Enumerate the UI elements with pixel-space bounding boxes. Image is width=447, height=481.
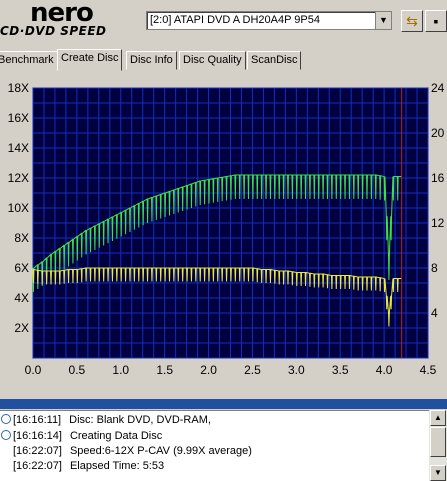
y-tick-label: 18X [8, 81, 29, 95]
x-tick-label: 3.5 [332, 363, 349, 377]
save-icon: ▪ [433, 13, 439, 29]
log-row: [16:16:14] Creating Data Disc [1, 429, 162, 443]
x-tick-label: 2.0 [200, 363, 217, 377]
progress-strip [0, 399, 447, 409]
x-tick-label: 2.5 [244, 363, 261, 377]
x-tick-label: 4.0 [376, 363, 393, 377]
speed-chart: 2X 4X 6X 8X 10X 12X 14X 16X 18X 4 8 12 16 20 24 0.0 0.5 1… [0, 72, 447, 398]
drive-select-value: [2:0] ATAPI DVD A DH20A4P 9P54 [150, 14, 320, 26]
log-row: [16:22:07] Elapsed Time: 5:53 [13, 460, 165, 472]
y-right-tick-label: 24 [431, 81, 445, 95]
x-tick-label: 4.5 [420, 363, 437, 377]
tab-benchmark[interactable]: Benchmark [0, 51, 58, 70]
tab-scandisc[interactable]: ScanDisc [247, 51, 302, 70]
chevron-down-icon[interactable]: ▼ [375, 12, 391, 29]
info-icon [1, 430, 11, 440]
y-right-tick-label: 16 [431, 171, 445, 185]
log-row: [16:16:11] Disc: Blank DVD, DVD-RAM, [1, 413, 211, 427]
log-row: [16:22:07] Speed:6-12X P-CAV (9.99X avera… [13, 445, 252, 457]
chart-svg: 2X 4X 6X 8X 10X 12X 14X 16X 18X 4 8 12 16 20 24 0.0 0.5 1… [8, 81, 445, 377]
log-scrollbar[interactable]: ▲ ▼ [429, 410, 447, 481]
swap-icon: ⇆ [406, 13, 418, 29]
tab-disc-quality[interactable]: Disc Quality [179, 51, 246, 70]
drive-select[interactable]: [2:0] ATAPI DVD A DH20A4P 9P54 ▼ [146, 11, 392, 30]
nero-logo: nero CD·DVD SPEED [0, 0, 140, 40]
y-tick-label: 12X [8, 171, 29, 185]
y-right-tick-label: 12 [431, 216, 445, 230]
scroll-thumb[interactable] [430, 427, 446, 457]
info-icon [1, 414, 11, 424]
y-tick-label: 8X [14, 231, 29, 245]
swap-drive-button[interactable]: ⇆ [401, 10, 423, 32]
scroll-up-icon[interactable]: ▲ [430, 410, 446, 426]
tab-bar: Benchmark Create Disc Disc Info Disc Qua… [0, 49, 447, 71]
y-tick-label: 4X [14, 291, 29, 305]
logo-title: nero [30, 0, 94, 28]
tab-disc-info[interactable]: Disc Info [126, 51, 177, 70]
x-tick-label: 1.5 [156, 363, 173, 377]
y-tick-label: 14X [8, 141, 29, 155]
x-tick-label: 0.5 [69, 363, 86, 377]
x-tick-label: 0.0 [25, 363, 42, 377]
log-panel: [16:16:11] Disc: Blank DVD, DVD-RAM, [16:… [0, 410, 429, 481]
tab-create-disc[interactable]: Create Disc [57, 49, 123, 71]
y-tick-label: 6X [14, 261, 29, 275]
y-tick-label: 2X [14, 321, 29, 335]
y-tick-label: 16X [8, 111, 29, 125]
y-tick-label: 10X [8, 201, 29, 215]
save-button[interactable]: ▪ [425, 10, 447, 32]
scroll-down-icon[interactable]: ▼ [430, 465, 446, 481]
x-tick-label: 1.0 [112, 363, 129, 377]
logo-subtitle: CD·DVD SPEED [0, 24, 107, 38]
x-tick-label: 3.0 [288, 363, 305, 377]
y-right-tick-label: 20 [431, 126, 445, 140]
y-right-tick-label: 8 [431, 261, 438, 275]
y-right-tick-label: 4 [431, 306, 438, 320]
